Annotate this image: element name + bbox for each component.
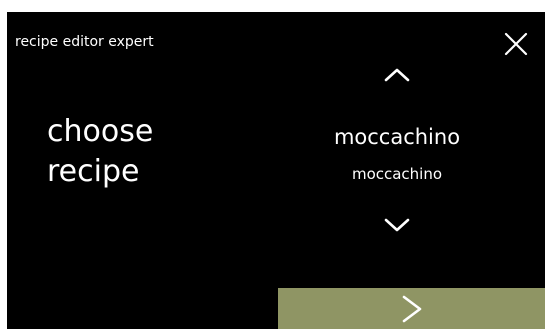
- chevron-down-icon: [384, 218, 410, 232]
- previous-recipe-button[interactable]: [371, 58, 423, 92]
- close-icon: [504, 32, 528, 56]
- prompt-line-1: choose: [47, 114, 154, 149]
- screen: recipe editor expert choose recipe mocca…: [7, 12, 545, 329]
- prompt-line-2: recipe: [47, 154, 140, 189]
- chevron-right-icon: [402, 295, 421, 322]
- chevron-up-icon: [384, 68, 410, 82]
- next-recipe-button[interactable]: [371, 208, 423, 242]
- screen-title: recipe editor expert: [15, 34, 154, 50]
- selected-recipe-subname: moccachino: [351, 165, 443, 183]
- close-button[interactable]: [503, 31, 529, 57]
- selected-recipe-name: moccachino: [333, 125, 461, 149]
- choose-recipe-prompt: choose recipe: [47, 112, 153, 192]
- confirm-next-button[interactable]: [278, 288, 545, 329]
